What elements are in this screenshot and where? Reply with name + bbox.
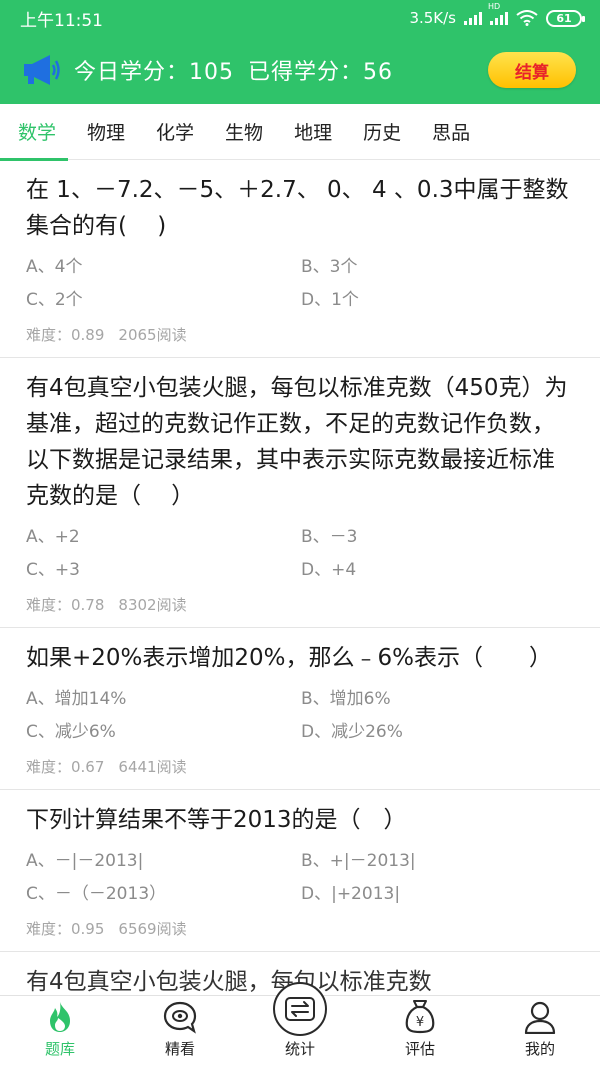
tab-biology[interactable]: 生物 [225, 104, 263, 160]
option-d: D、+4 [301, 560, 357, 580]
difficulty: 难度：0.89 [26, 326, 105, 344]
question-card[interactable]: 在 1、－7.2、－5、＋2.7、 0、 4 、0.3中属于整数集合的有( ) … [0, 160, 600, 358]
battery-icon: 61 [546, 9, 585, 27]
tab-history[interactable]: 历史 [363, 104, 401, 160]
nav-featured[interactable]: 精看 [140, 998, 220, 1059]
header-bar: 上午11:51 3.5K/s HD 61 今日学分：105 已得学分：56 结算 [0, 0, 600, 104]
option-c: C、－（－2013） [26, 884, 167, 904]
question-title: 有4包真空小包装火腿，每包以标准克数（450克）为基准，超过的克数记作正数，不足… [26, 375, 568, 509]
statistics-center-button[interactable] [273, 982, 327, 1036]
option-d: D、1个 [301, 290, 359, 310]
tab-chemistry[interactable]: 化学 [156, 104, 194, 160]
nav-label: 题库 [44, 1040, 75, 1058]
option-a: A、4个 [26, 257, 83, 277]
difficulty: 难度：0.78 [26, 596, 105, 614]
subject-tabs: 数学 物理 化学 生物 地理 历史 思品 [0, 104, 600, 161]
network-speed: 3.5K/s [409, 9, 456, 27]
nav-profile[interactable]: 我的 [500, 998, 580, 1059]
credit-summary: 今日学分：105 已得学分：56 [74, 54, 393, 86]
option-d: D、减少26% [301, 722, 403, 742]
flame-icon [50, 1002, 70, 1032]
question-meta: 难度：0.78 8302阅读 [26, 594, 574, 627]
money-bag-icon: ¥ [405, 1000, 435, 1034]
option-c: C、2个 [26, 290, 83, 310]
option-b: B、增加6% [301, 689, 391, 709]
question-options: A、增加14% B、增加6% C、减少6% D、减少26% [26, 684, 574, 742]
earned-credits-value: 56 [363, 60, 394, 85]
difficulty: 难度：0.67 [26, 758, 105, 776]
cellular-signal-icon [464, 11, 482, 25]
network-type-label: HD [488, 2, 501, 11]
tab-geography[interactable]: 地理 [294, 104, 332, 160]
nav-label: 评估 [404, 1040, 435, 1058]
battery-level: 61 [556, 11, 572, 25]
tab-math[interactable]: 数学 [0, 104, 69, 161]
nav-assessment[interactable]: ¥ 评估 [380, 998, 460, 1059]
read-count: 6441阅读 [118, 758, 187, 776]
nav-label: 统计 [284, 1040, 315, 1058]
question-meta: 难度：0.95 6569阅读 [26, 918, 574, 951]
tab-ideology[interactable]: 思品 [432, 104, 470, 160]
option-c: C、+3 [26, 560, 80, 580]
exchange-icon [285, 997, 315, 1021]
settle-button[interactable]: 结算 [488, 52, 576, 88]
status-bar: 上午11:51 3.5K/s HD 61 [0, 0, 600, 36]
difficulty: 难度：0.95 [26, 920, 105, 938]
question-title: 如果+20%表示增加20%，那么﹣6%表示（ ） [26, 645, 553, 671]
eye-bubble-icon [163, 1001, 197, 1034]
today-credits-label: 今日学分： [74, 60, 190, 85]
hd-signal-icon: HD [488, 2, 508, 25]
option-b: B、3个 [301, 257, 358, 277]
megaphone-icon [24, 55, 60, 85]
question-meta: 难度：0.67 6441阅读 [26, 756, 574, 789]
person-icon [524, 1001, 556, 1034]
nav-label: 我的 [524, 1040, 555, 1058]
wifi-icon [516, 10, 538, 26]
option-b: B、－3 [301, 527, 358, 547]
credit-row: 今日学分：105 已得学分：56 结算 [0, 36, 600, 104]
question-title: 在 1、－7.2、－5、＋2.7、 0、 4 、0.3中属于整数集合的有( ) [26, 177, 569, 239]
bottom-nav: 题库 精看 统计 ¥ 评估 我的 [0, 982, 600, 1067]
question-meta: 难度：0.89 2065阅读 [26, 324, 574, 357]
question-card[interactable]: 如果+20%表示增加20%，那么﹣6%表示（ ） A、增加14% B、增加6% … [0, 628, 600, 790]
read-count: 2065阅读 [118, 326, 187, 344]
question-card[interactable]: 有4包真空小包装火腿，每包以标准克数（450克）为基准，超过的克数记作正数，不足… [0, 358, 600, 628]
tab-physics[interactable]: 物理 [87, 104, 125, 160]
nav-label: 精看 [164, 1040, 195, 1058]
option-c: C、减少6% [26, 722, 116, 742]
question-options: A、+2 B、－3 C、+3 D、+4 [26, 522, 574, 580]
question-options: A、4个 B、3个 C、2个 D、1个 [26, 252, 574, 310]
question-list: 在 1、－7.2、－5、＋2.7、 0、 4 、0.3中属于整数集合的有( ) … [0, 160, 600, 992]
read-count: 8302阅读 [118, 596, 187, 614]
option-a: A、增加14% [26, 689, 127, 709]
option-a: A、+2 [26, 527, 80, 547]
question-options: A、－|－2013| B、+|－2013| C、－（－2013） D、|+201… [26, 846, 574, 904]
question-title: 下列计算结果不等于2013的是（ ） [26, 807, 407, 833]
option-d: D、|+2013| [301, 884, 401, 904]
option-b: B、+|－2013| [301, 851, 416, 871]
nav-question-bank[interactable]: 题库 [20, 998, 100, 1059]
today-credits-value: 105 [189, 60, 235, 85]
option-a: A、－|－2013| [26, 851, 144, 871]
status-indicators: 3.5K/s HD 61 [409, 2, 585, 27]
question-card[interactable]: 下列计算结果不等于2013的是（ ） A、－|－2013| B、+|－2013|… [0, 790, 600, 952]
earned-credits-label: 已得学分： [248, 60, 364, 85]
read-count: 6569阅读 [118, 920, 187, 938]
status-time: 上午11:51 [20, 10, 103, 31]
svg-text:¥: ¥ [416, 1015, 424, 1030]
